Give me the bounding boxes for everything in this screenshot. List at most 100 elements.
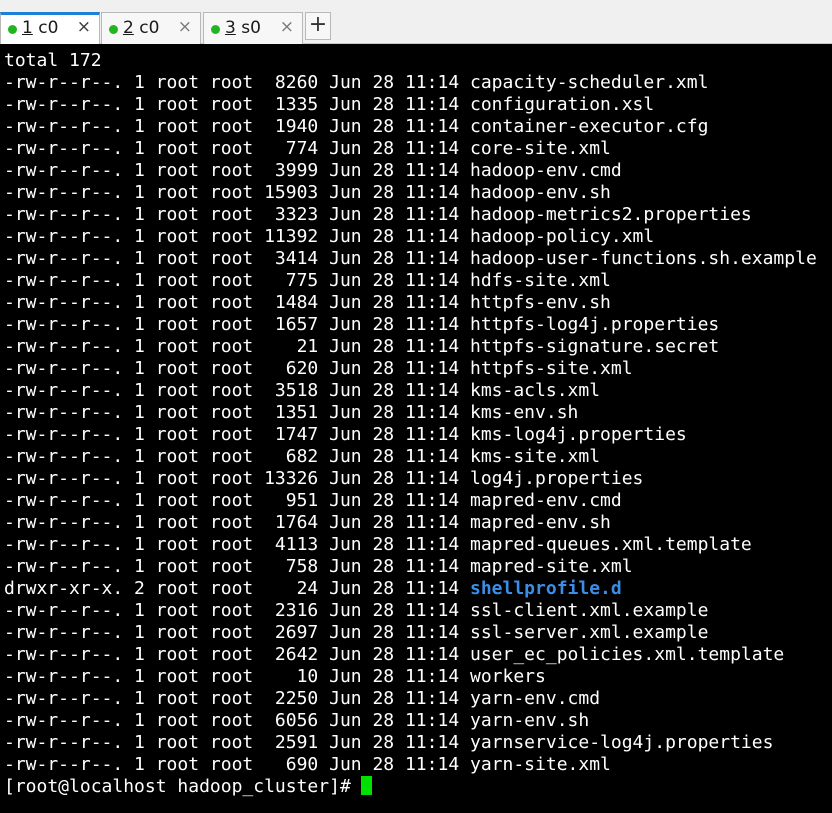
file-listing-row: -rw-r--r--. 1 root root 1764 Jun 28 11:1…	[4, 512, 832, 534]
file-name: log4j.properties	[470, 468, 644, 489]
file-metadata: -rw-r--r--. 1 root root 951 Jun 28 11:14	[4, 490, 470, 511]
file-name: hadoop-env.cmd	[470, 160, 622, 181]
file-listing-row: -rw-r--r--. 1 root root 1940 Jun 28 11:1…	[4, 116, 832, 138]
file-name: yarn-env.sh	[470, 710, 590, 731]
file-name: kms-site.xml	[470, 446, 601, 467]
file-metadata: -rw-r--r--. 1 root root 2591 Jun 28 11:1…	[4, 732, 470, 753]
file-listing-row: -rw-r--r--. 1 root root 951 Jun 28 11:14…	[4, 490, 832, 512]
close-tab-icon[interactable]: ×	[280, 17, 294, 37]
file-metadata: -rw-r--r--. 1 root root 1484 Jun 28 11:1…	[4, 292, 470, 313]
file-listing-row: -rw-r--r--. 1 root root 15903 Jun 28 11:…	[4, 182, 832, 204]
file-metadata: -rw-r--r--. 1 root root 1657 Jun 28 11:1…	[4, 314, 470, 335]
file-metadata: -rw-r--r--. 1 root root 1335 Jun 28 11:1…	[4, 94, 470, 115]
shell-prompt: [root@localhost hadoop_cluster]#	[4, 776, 351, 797]
close-tab-icon[interactable]: ×	[178, 17, 192, 37]
file-name: kms-log4j.properties	[470, 424, 687, 445]
file-listing-row: -rw-r--r--. 1 root root 775 Jun 28 11:14…	[4, 270, 832, 292]
file-metadata: -rw-r--r--. 1 root root 1764 Jun 28 11:1…	[4, 512, 470, 533]
file-metadata: drwxr-xr-x. 2 root root 24 Jun 28 11:14	[4, 578, 470, 599]
file-name: yarn-site.xml	[470, 754, 611, 775]
file-metadata: -rw-r--r--. 1 root root 3414 Jun 28 11:1…	[4, 248, 470, 269]
new-tab-plus-icon[interactable]: +	[305, 12, 331, 40]
tab-bar: 1 c0 × 2 c0 × 3 s0 × +	[0, 0, 832, 44]
file-name: hadoop-policy.xml	[470, 226, 655, 247]
file-name: hadoop-user-functions.sh.example	[470, 248, 817, 269]
file-metadata: -rw-r--r--. 1 root root 4113 Jun 28 11:1…	[4, 534, 470, 555]
file-listing-row: -rw-r--r--. 1 root root 2697 Jun 28 11:1…	[4, 622, 832, 644]
file-listing-row: -rw-r--r--. 1 root root 682 Jun 28 11:14…	[4, 446, 832, 468]
file-listing-row: -rw-r--r--. 1 root root 11392 Jun 28 11:…	[4, 226, 832, 248]
tab-label: 1 c0	[22, 18, 59, 38]
file-name: httpfs-env.sh	[470, 292, 611, 313]
file-listing-row: -rw-r--r--. 1 root root 10 Jun 28 11:14 …	[4, 666, 832, 688]
file-listing-row: -rw-r--r--. 1 root root 1484 Jun 28 11:1…	[4, 292, 832, 314]
file-metadata: -rw-r--r--. 1 root root 6056 Jun 28 11:1…	[4, 710, 470, 731]
file-name: core-site.xml	[470, 138, 611, 159]
file-metadata: -rw-r--r--. 1 root root 15903 Jun 28 11:…	[4, 182, 470, 203]
file-listing-row: -rw-r--r--. 1 root root 21 Jun 28 11:14 …	[4, 336, 832, 358]
file-listing-row: -rw-r--r--. 1 root root 1351 Jun 28 11:1…	[4, 402, 832, 424]
file-metadata: -rw-r--r--. 1 root root 775 Jun 28 11:14	[4, 270, 470, 291]
file-listing-row: -rw-r--r--. 1 root root 1747 Jun 28 11:1…	[4, 424, 832, 446]
file-name: hadoop-env.sh	[470, 182, 611, 203]
file-listing-row: -rw-r--r--. 1 root root 3414 Jun 28 11:1…	[4, 248, 832, 270]
file-metadata: -rw-r--r--. 1 root root 2250 Jun 28 11:1…	[4, 688, 470, 709]
file-listing-row: -rw-r--r--. 1 root root 3999 Jun 28 11:1…	[4, 160, 832, 182]
file-metadata: -rw-r--r--. 1 root root 2697 Jun 28 11:1…	[4, 622, 470, 643]
file-listing-row: -rw-r--r--. 1 root root 690 Jun 28 11:14…	[4, 754, 832, 776]
file-metadata: -rw-r--r--. 1 root root 3323 Jun 28 11:1…	[4, 204, 470, 225]
file-metadata: -rw-r--r--. 1 root root 10 Jun 28 11:14	[4, 666, 470, 687]
prompt-line[interactable]: [root@localhost hadoop_cluster]#	[4, 776, 832, 798]
file-metadata: -rw-r--r--. 1 root root 8260 Jun 28 11:1…	[4, 72, 470, 93]
file-listing-row: -rw-r--r--. 1 root root 774 Jun 28 11:14…	[4, 138, 832, 160]
file-listing-row: -rw-r--r--. 1 root root 6056 Jun 28 11:1…	[4, 710, 832, 732]
file-name: ssl-client.xml.example	[470, 600, 709, 621]
file-name: ssl-server.xml.example	[470, 622, 709, 643]
terminal-output[interactable]: total 172 -rw-r--r--. 1 root root 8260 Ju…	[0, 50, 832, 813]
file-metadata: -rw-r--r--. 1 root root 13326 Jun 28 11:…	[4, 468, 470, 489]
file-metadata: -rw-r--r--. 1 root root 758 Jun 28 11:14	[4, 556, 470, 577]
file-metadata: -rw-r--r--. 1 root root 1940 Jun 28 11:1…	[4, 116, 470, 137]
file-name: workers	[470, 666, 546, 687]
file-metadata: -rw-r--r--. 1 root root 620 Jun 28 11:14	[4, 358, 470, 379]
connected-status-dot-icon	[211, 25, 220, 34]
file-metadata: -rw-r--r--. 1 root root 774 Jun 28 11:14	[4, 138, 470, 159]
file-name: kms-acls.xml	[470, 380, 601, 401]
file-listing-row: -rw-r--r--. 1 root root 1657 Jun 28 11:1…	[4, 314, 832, 336]
file-name: yarn-env.cmd	[470, 688, 601, 709]
file-name: configuration.xsl	[470, 94, 655, 115]
file-name: mapred-site.xml	[470, 556, 633, 577]
tab-session-3[interactable]: 3 s0 ×	[203, 12, 303, 44]
file-name: mapred-env.cmd	[470, 490, 622, 511]
tab-session-1[interactable]: 1 c0 ×	[0, 12, 100, 44]
file-listing-row: -rw-r--r--. 1 root root 2250 Jun 28 11:1…	[4, 688, 832, 710]
file-metadata: -rw-r--r--. 1 root root 1747 Jun 28 11:1…	[4, 424, 470, 445]
file-name: hadoop-metrics2.properties	[470, 204, 752, 225]
directory-name: shellprofile.d	[470, 578, 622, 599]
file-listing-row: drwxr-xr-x. 2 root root 24 Jun 28 11:14 …	[4, 578, 832, 600]
file-listing-row: -rw-r--r--. 1 root root 620 Jun 28 11:14…	[4, 358, 832, 380]
file-metadata: -rw-r--r--. 1 root root 682 Jun 28 11:14	[4, 446, 470, 467]
file-metadata: -rw-r--r--. 1 root root 2316 Jun 28 11:1…	[4, 600, 470, 621]
file-metadata: -rw-r--r--. 1 root root 2642 Jun 28 11:1…	[4, 644, 470, 665]
file-name: kms-env.sh	[470, 402, 579, 423]
file-listing-row: -rw-r--r--. 1 root root 13326 Jun 28 11:…	[4, 468, 832, 490]
directory-listing: -rw-r--r--. 1 root root 8260 Jun 28 11:1…	[4, 72, 832, 776]
file-listing-row: -rw-r--r--. 1 root root 3323 Jun 28 11:1…	[4, 204, 832, 226]
file-name: mapred-queues.xml.template	[470, 534, 752, 555]
file-metadata: -rw-r--r--. 1 root root 3999 Jun 28 11:1…	[4, 160, 470, 181]
file-metadata: -rw-r--r--. 1 root root 1351 Jun 28 11:1…	[4, 402, 470, 423]
file-listing-row: -rw-r--r--. 1 root root 1335 Jun 28 11:1…	[4, 94, 832, 116]
file-name: hdfs-site.xml	[470, 270, 611, 291]
connected-status-dot-icon	[8, 25, 17, 34]
file-name: container-executor.cfg	[470, 116, 709, 137]
file-name: httpfs-log4j.properties	[470, 314, 720, 335]
file-name: user_ec_policies.xml.template	[470, 644, 785, 665]
file-listing-row: -rw-r--r--. 1 root root 4113 Jun 28 11:1…	[4, 534, 832, 556]
file-name: yarnservice-log4j.properties	[470, 732, 774, 753]
tab-session-2[interactable]: 2 c0 ×	[101, 12, 201, 44]
close-tab-icon[interactable]: ×	[77, 17, 91, 37]
total-line: total 172	[4, 50, 102, 71]
file-name: capacity-scheduler.xml	[470, 72, 709, 93]
file-listing-row: -rw-r--r--. 1 root root 3518 Jun 28 11:1…	[4, 380, 832, 402]
